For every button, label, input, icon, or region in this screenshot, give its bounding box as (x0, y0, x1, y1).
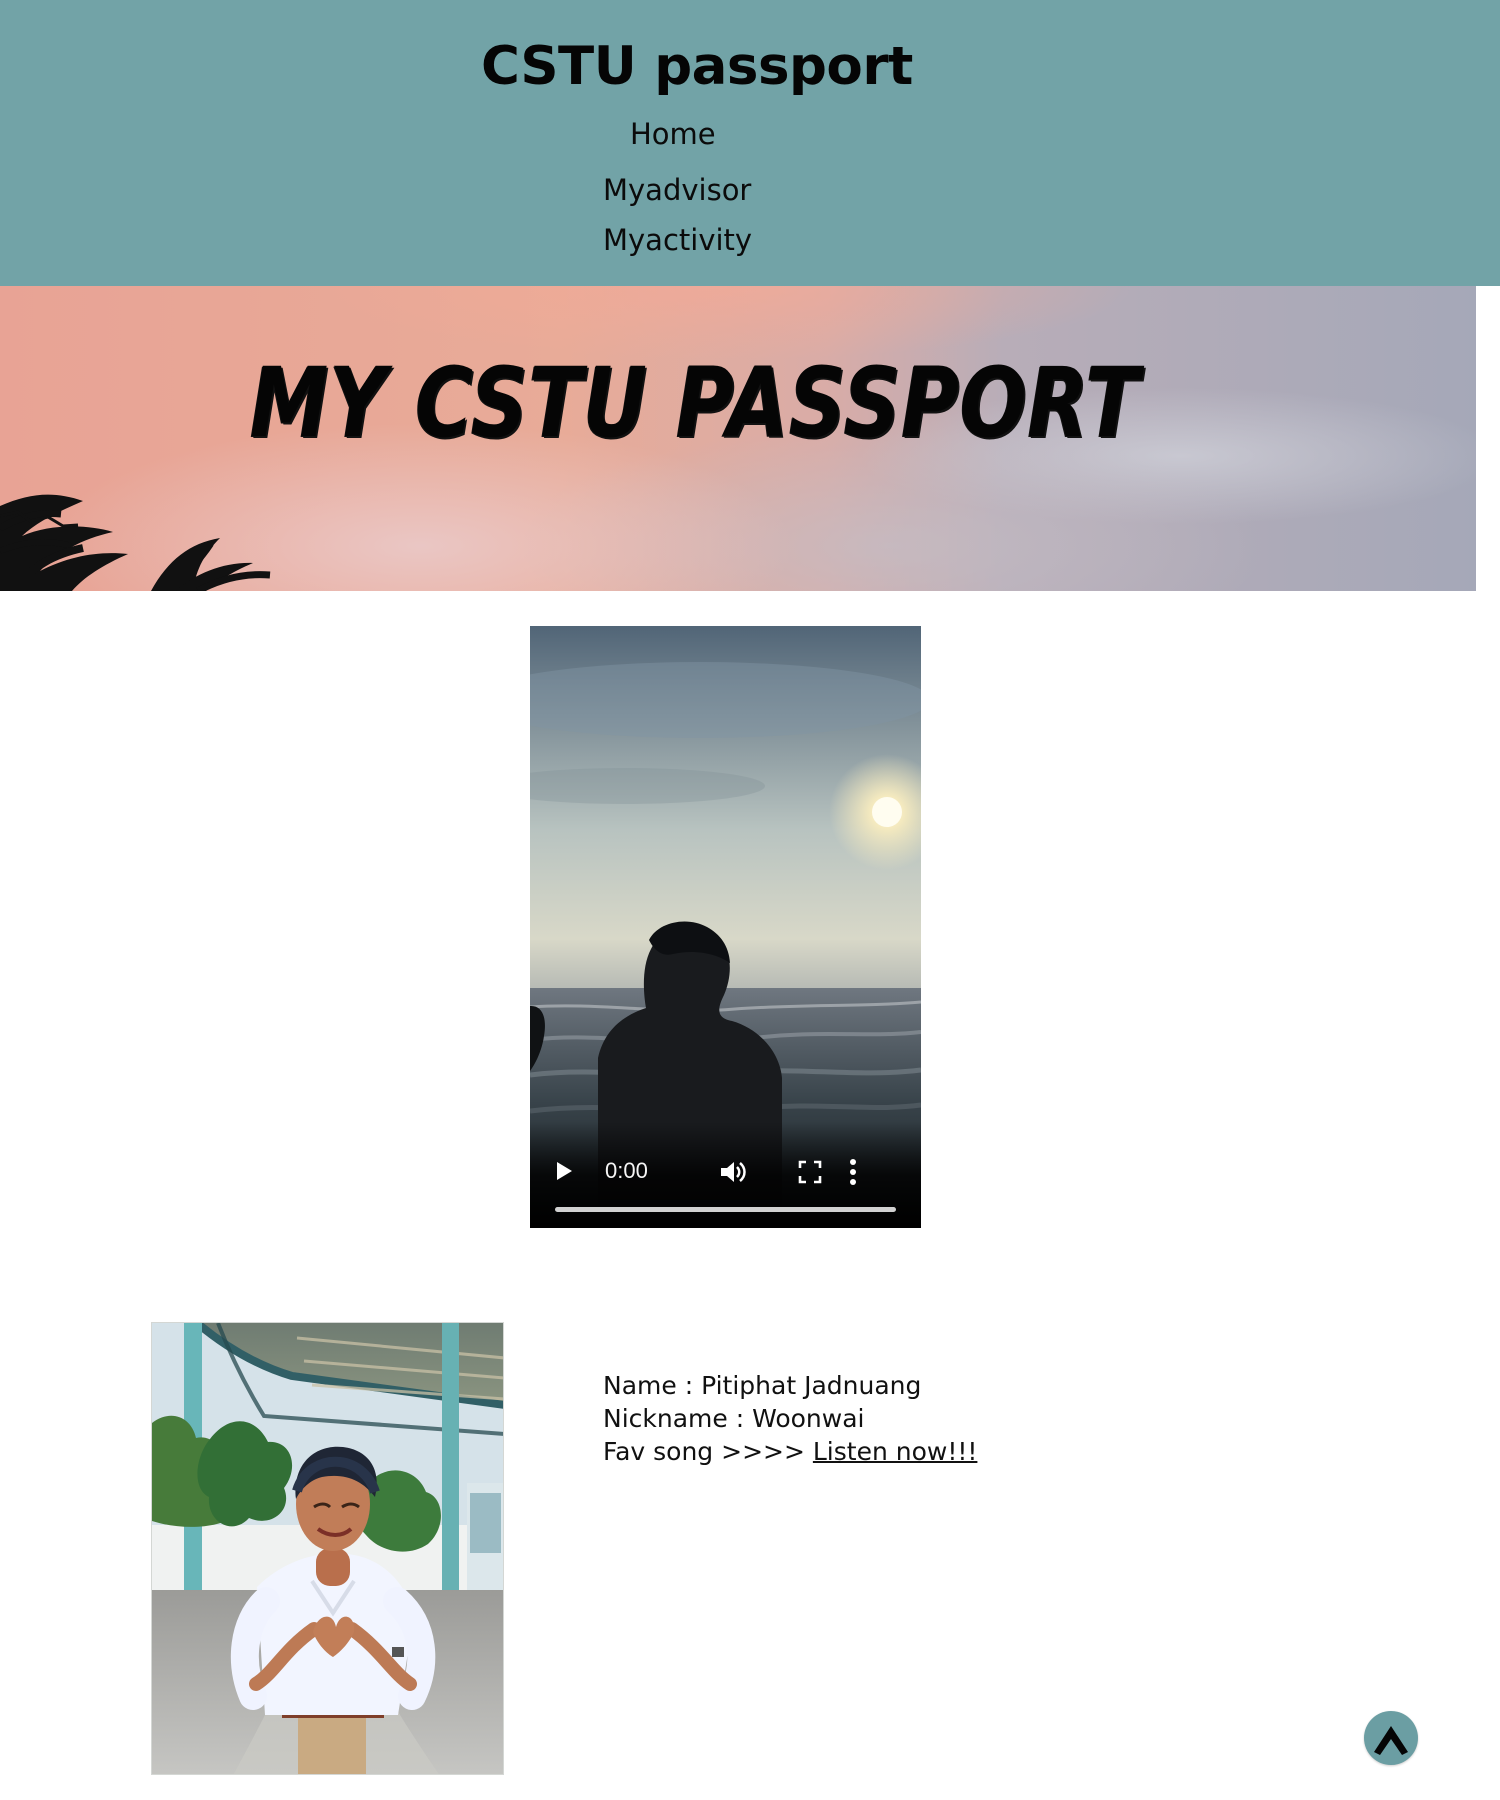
volume-icon[interactable] (719, 1159, 747, 1185)
student-photo (152, 1323, 503, 1774)
favorite-song-line: Fav song >>>> Listen now!!! (603, 1435, 1003, 1468)
banner-title: MY CSTU PASSPORT (250, 347, 1140, 459)
play-icon[interactable] (552, 1159, 576, 1183)
passport-page: CSTU passport Home Myadvisor Myactivity … (0, 0, 1500, 1800)
nav-myadvisor-link[interactable]: Myadvisor (603, 176, 751, 205)
profile-photo (151, 1322, 504, 1775)
video-progress-slider[interactable] (555, 1207, 896, 1212)
site-title: CSTU passport (481, 36, 913, 97)
video-time: 0:00 (605, 1158, 648, 1183)
profile-info: Name : Pitiphat Jadnuang Nickname : Woon… (603, 1369, 1003, 1468)
hero-banner: MY CSTU PASSPORT (0, 286, 1476, 591)
nav-myactivity-link[interactable]: Myactivity (603, 226, 752, 255)
site-header: CSTU passport Home Myadvisor Myactivity (0, 0, 1500, 286)
chevron-up-icon (1374, 1726, 1408, 1755)
profile-nickname: Nickname : Woonwai (603, 1404, 865, 1433)
video-controls: 0:00 (530, 1122, 921, 1228)
favorite-song-link[interactable]: Listen now!!! (813, 1437, 978, 1466)
nav-home-link[interactable]: Home (630, 120, 716, 149)
back-to-top-button[interactable] (1364, 1711, 1418, 1765)
profile-name: Name : Pitiphat Jadnuang (603, 1371, 922, 1400)
fullscreen-icon[interactable] (798, 1160, 822, 1184)
video-player[interactable]: 0:00 (530, 626, 921, 1228)
more-vertical-icon[interactable] (846, 1158, 860, 1186)
favorite-song-label: Fav song >>>> (603, 1437, 813, 1466)
